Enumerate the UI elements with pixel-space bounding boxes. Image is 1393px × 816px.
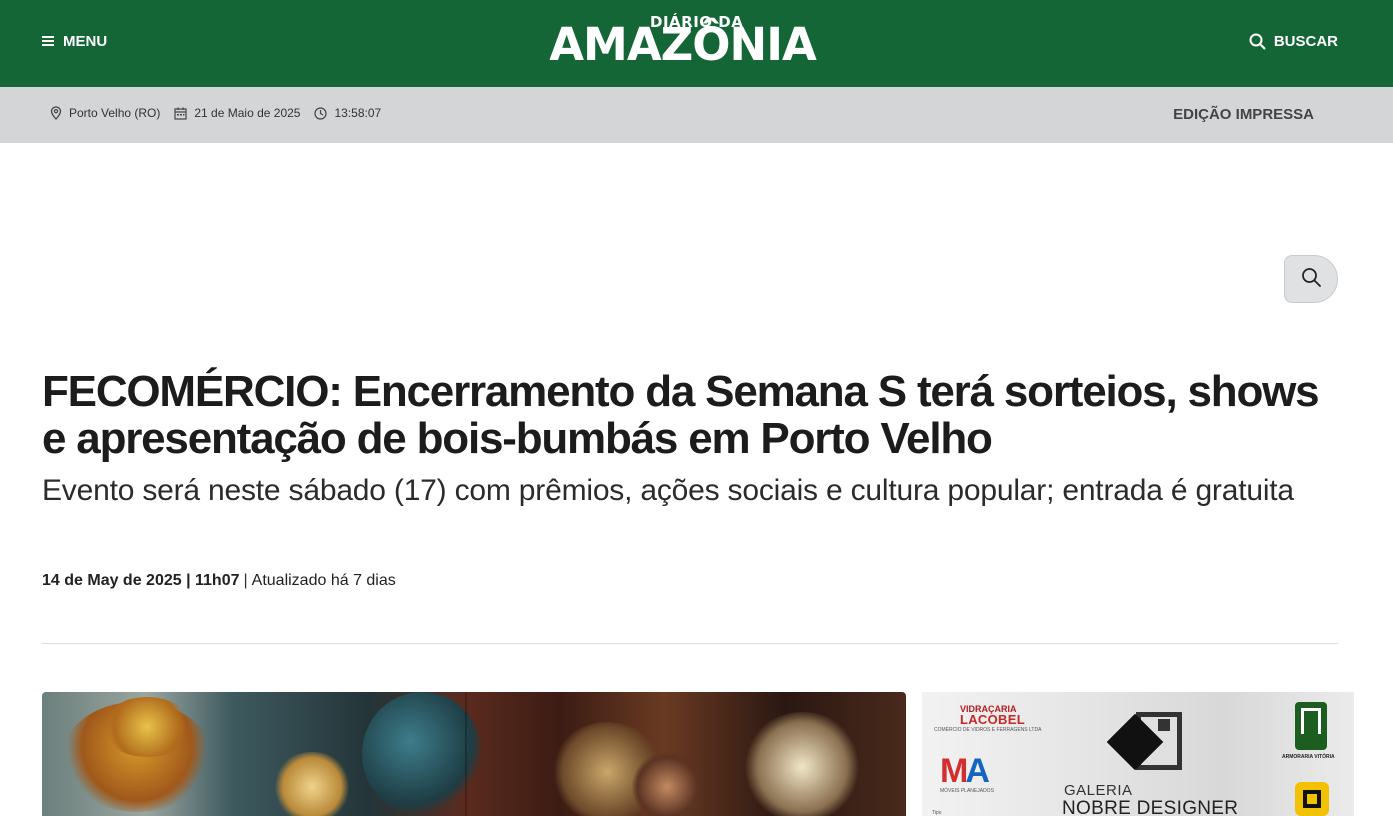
ad-armoraria-text: ARMORARIA VITÓRIA [1282,754,1335,760]
article-meta: 14 de May de 2025 | 11h07 | Atualizado h… [42,572,396,590]
location-text: Porto Velho (RO) [69,106,161,120]
print-edition-link[interactable]: EDIÇÃO IMPRESSA [1173,106,1314,123]
image-detail [742,712,862,816]
sidebar-ad-banner[interactable]: VIDRAÇARIA LACOBEL COMÉRCIO DE VIDROS E … [922,692,1354,816]
divider [42,643,1338,644]
article-title: FECOMÉRCIO: Encerramento da Semana S ter… [42,367,1320,463]
ad-moveis: MÓVEIS PLANEJADOS [940,788,994,794]
clock-icon [314,106,328,120]
date-text: 21 de Maio de 2025 [194,106,301,120]
map-pin-icon [50,106,62,120]
ad-tipo: Tipo [932,810,942,816]
ad-galeria: GALERIA [1064,782,1133,799]
image-detail [102,697,192,757]
search-button[interactable]: BUSCAR [1249,30,1338,52]
image-detail [272,752,352,816]
ad-galeria-logo-dot [1158,719,1170,731]
article-subtitle: Evento será neste sábado (17) com prêmio… [42,474,1294,507]
date-info: 21 de Maio de 2025 [174,106,300,120]
ad-armoraria-logo-mark [1301,708,1321,734]
menu-button[interactable]: MENU [42,30,107,52]
image-split [465,692,467,816]
site-logo[interactable]: DIÁRIO DA AMAZÔNIA [540,14,825,71]
time-text: 13:58:07 [334,106,382,120]
image-detail [362,692,482,816]
article-hero-image[interactable] [42,692,906,816]
search-icon [1301,267,1322,292]
location-info: Porto Velho (RO) [50,106,160,120]
hamburger-icon [42,36,54,46]
ad-yellow-logo-mark [1303,790,1321,808]
ad-ma-a: A [965,752,990,790]
search-label: BUSCAR [1273,32,1338,50]
ad-lacobel-sub: COMÉRCIO DE VIDROS E FERRAGENS LTDA [934,727,1042,733]
ad-ma-m: M [940,752,968,790]
site-header: MENU DIÁRIO DA AMAZÔNIA BUSCAR [0,0,1393,87]
meta-separator: | [243,572,248,589]
calendar-icon [174,107,187,120]
ad-nobre-designer: NOBRE DESIGNER [1062,798,1239,816]
menu-label: MENU [63,32,108,50]
ad-lacobel: LACOBEL [960,712,1025,727]
updated-text: Atualizado há 7 dias [251,572,396,589]
article-search-button[interactable] [1284,255,1338,303]
image-detail [632,752,702,816]
published-date: 14 de May de 2025 | 11h07 [42,572,240,589]
info-items: Porto Velho (RO) 21 de Maio de 2025 13:5… [50,106,381,120]
info-bar: Porto Velho (RO) 21 de Maio de 2025 13:5… [0,87,1393,143]
search-icon [1249,33,1266,50]
time-info: 13:58:07 [314,106,381,120]
logo-main-text: AMAZÔNIA [549,18,817,71]
ad-ma-logo: MA [940,752,990,791]
